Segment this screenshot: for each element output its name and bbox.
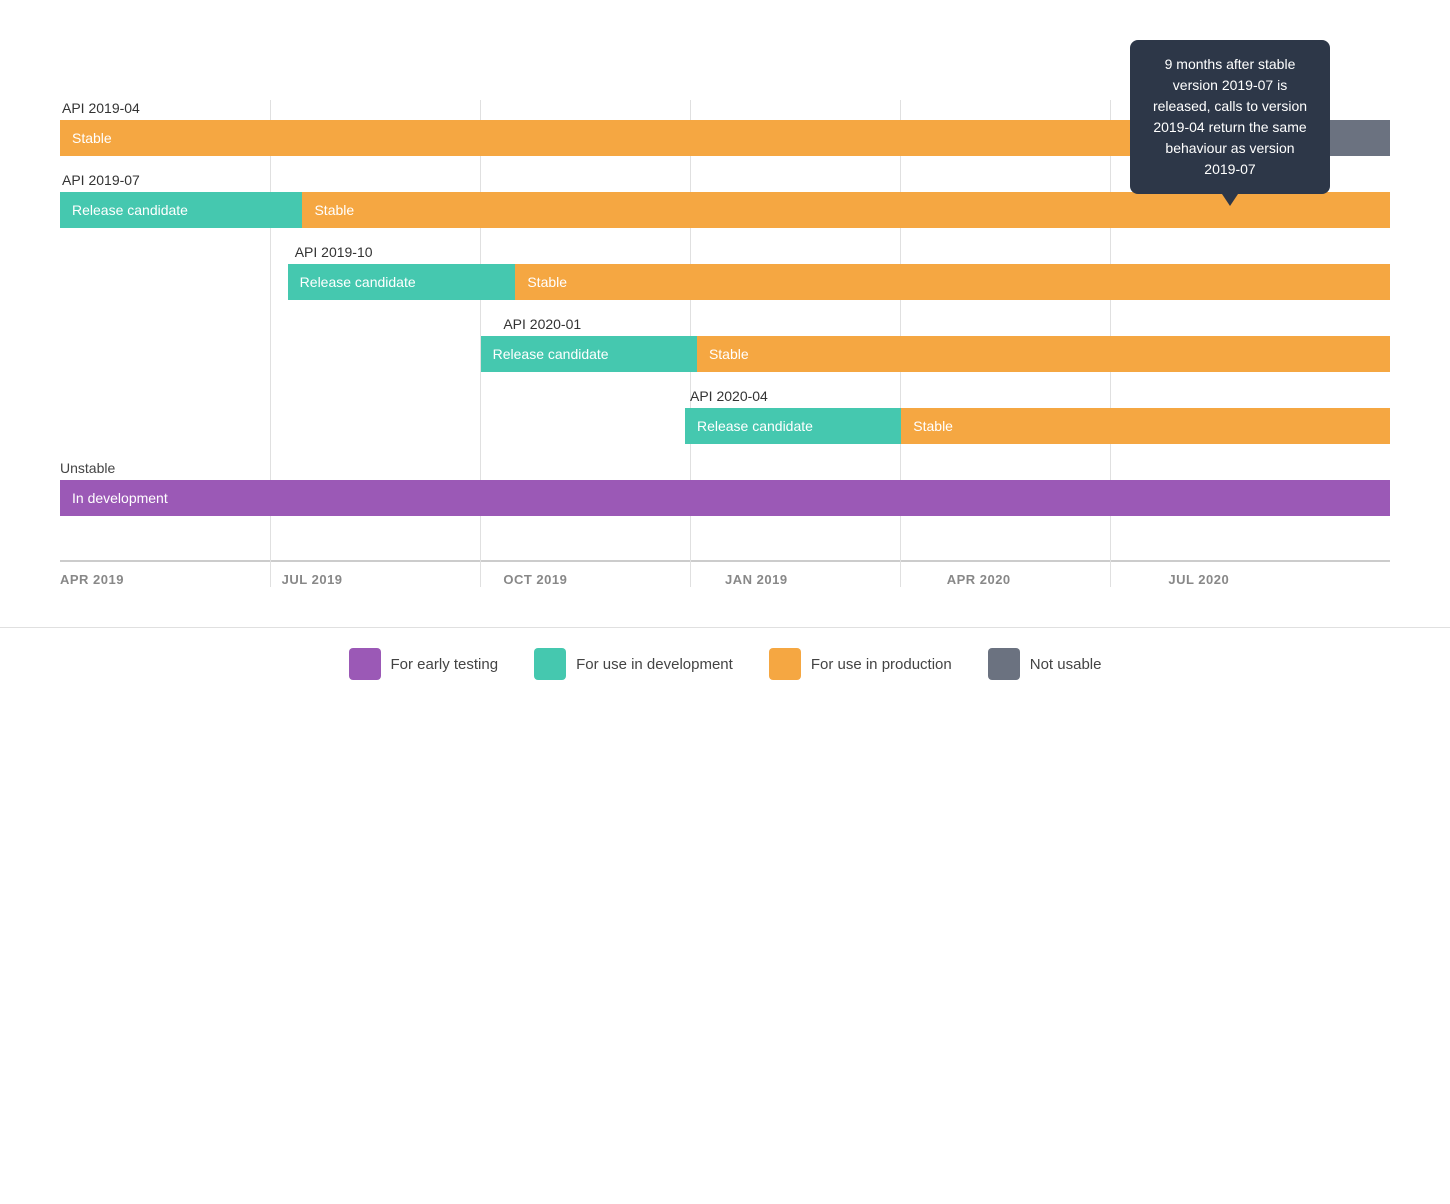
bar-rc-2020-04: Release candidate	[685, 408, 901, 444]
bar-stable-2019-04: Stable	[60, 120, 1148, 156]
bar-in-development: In development	[60, 480, 1390, 516]
legend-label-production: For use in production	[811, 656, 952, 673]
legend-item-dev: For use in development	[534, 648, 733, 680]
legend-swatch-gray	[988, 648, 1020, 680]
bar-stable-2020-01: Stable	[697, 336, 1390, 372]
unstable-label: Unstable	[60, 460, 1390, 476]
bar-stable-2019-10: Stable	[515, 264, 1390, 300]
timeline-label-5: JUL 2020	[1168, 572, 1390, 587]
bar-stable-2020-04: Stable	[901, 408, 1390, 444]
bar-row-2020-04: Release candidate Stable	[60, 408, 1390, 444]
bar-row-2019-10: Release candidate Stable	[60, 264, 1390, 300]
bar-row-2020-01: Release candidate Stable	[60, 336, 1390, 372]
legend: For early testing For use in development…	[0, 627, 1450, 700]
legend-label-dev: For use in development	[576, 656, 733, 673]
spacer-2020-04	[60, 408, 685, 444]
timeline-label-2: OCT 2019	[503, 572, 725, 587]
api-row-2019-10: API 2019-10 Release candidate Stable	[60, 244, 1390, 300]
bar-rc-2020-01: Release candidate	[481, 336, 697, 372]
unstable-row: Unstable In development	[60, 460, 1390, 516]
legend-item-production: For use in production	[769, 648, 952, 680]
legend-label-not-usable: Not usable	[1030, 656, 1102, 673]
tooltip-box: 9 months after stable version 2019-07 is…	[1130, 40, 1330, 194]
spacer-2020-01	[60, 336, 481, 372]
legend-label-early-testing: For early testing	[391, 656, 499, 673]
bar-rc-2019-07: Release candidate	[60, 192, 302, 228]
bar-row-2019-07: Release candidate Stable	[60, 192, 1390, 228]
api-label-2020-04: API 2020-04	[60, 388, 1390, 404]
timeline-label-3: JAN 2019	[725, 572, 947, 587]
api-row-2020-01: API 2020-01 Release candidate Stable	[60, 316, 1390, 372]
bar-rc-2019-10: Release candidate	[288, 264, 516, 300]
spacer-2019-10	[60, 264, 288, 300]
timeline-label-4: APR 2020	[947, 572, 1169, 587]
timeline-label-1: JUL 2019	[282, 572, 504, 587]
bar-row-in-development: In development	[60, 480, 1390, 516]
spacer-row	[60, 532, 1390, 552]
api-label-2019-10: API 2019-10	[60, 244, 1390, 260]
tooltip-text: 9 months after stable version 2019-07 is…	[1153, 56, 1307, 177]
api-label-2020-01: API 2020-01	[60, 316, 1390, 332]
legend-item-not-usable: Not usable	[988, 648, 1102, 680]
timeline-axis: APR 2019JUL 2019OCT 2019JAN 2019APR 2020…	[60, 560, 1390, 587]
api-row-2020-04: API 2020-04 Release candidate Stable	[60, 388, 1390, 444]
legend-swatch-purple	[349, 648, 381, 680]
chart-container: 9 months after stable version 2019-07 is…	[60, 40, 1390, 587]
legend-swatch-orange	[769, 648, 801, 680]
timeline-label-0: APR 2019	[60, 572, 282, 587]
legend-item-early-testing: For early testing	[349, 648, 499, 680]
legend-swatch-teal	[534, 648, 566, 680]
